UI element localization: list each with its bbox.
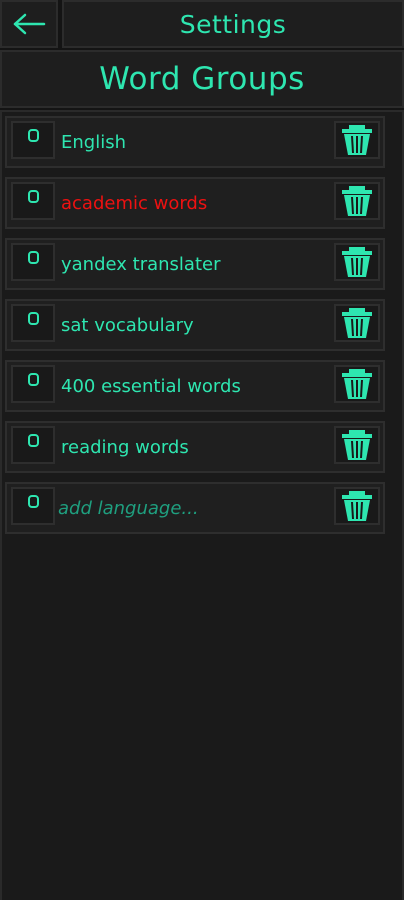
trash-icon (342, 186, 372, 216)
arrow-left-icon (13, 13, 46, 35)
radio-icon (27, 189, 39, 203)
delete-button[interactable] (334, 243, 380, 281)
delete-button[interactable] (334, 182, 380, 220)
radio-icon (27, 128, 39, 142)
settings-header: Settings (62, 0, 404, 48)
radio-icon (27, 250, 39, 264)
trash-icon (342, 125, 372, 155)
radio-icon (27, 372, 39, 386)
add-language-input[interactable]: add language... (58, 498, 199, 520)
trash-icon (342, 430, 372, 460)
group-label: 400 essential words (61, 376, 241, 397)
trash-icon (342, 369, 372, 399)
radio-icon (27, 433, 39, 447)
delete-button[interactable] (334, 365, 380, 403)
group-row-400-essential[interactable]: 400 essential words (5, 360, 385, 412)
radio-icon (27, 311, 39, 325)
group-row-yandex[interactable]: yandex translater (5, 238, 385, 290)
back-button[interactable] (0, 0, 58, 48)
group-row-sat[interactable]: sat vocabulary (5, 299, 385, 351)
delete-button[interactable] (334, 426, 380, 464)
group-label: sat vocabulary (61, 315, 194, 336)
page-title: Word Groups (99, 61, 305, 97)
select-radio[interactable] (11, 365, 55, 403)
select-radio[interactable] (11, 243, 55, 281)
delete-button[interactable] (334, 121, 380, 159)
select-radio[interactable] (11, 182, 55, 220)
select-radio[interactable] (11, 121, 55, 159)
delete-button[interactable] (334, 304, 380, 342)
group-label: reading words (61, 437, 189, 458)
page-title-bar: Word Groups (0, 50, 404, 108)
delete-button[interactable] (334, 487, 380, 525)
radio-icon (27, 494, 39, 508)
group-label: English (61, 132, 126, 153)
group-label: academic words (61, 193, 208, 214)
trash-icon (342, 491, 372, 521)
select-radio[interactable] (11, 487, 55, 525)
settings-label: Settings (179, 9, 287, 39)
select-radio[interactable] (11, 426, 55, 464)
trash-icon (342, 247, 372, 277)
word-group-list: English academic words yandex translater… (0, 110, 404, 900)
group-label: yandex translater (61, 254, 221, 275)
trash-icon (342, 308, 372, 338)
select-radio[interactable] (11, 304, 55, 342)
group-row-academic[interactable]: academic words (5, 177, 385, 229)
add-language-row[interactable]: add language... (5, 482, 385, 534)
group-row-reading[interactable]: reading words (5, 421, 385, 473)
group-row-english[interactable]: English (5, 116, 385, 168)
